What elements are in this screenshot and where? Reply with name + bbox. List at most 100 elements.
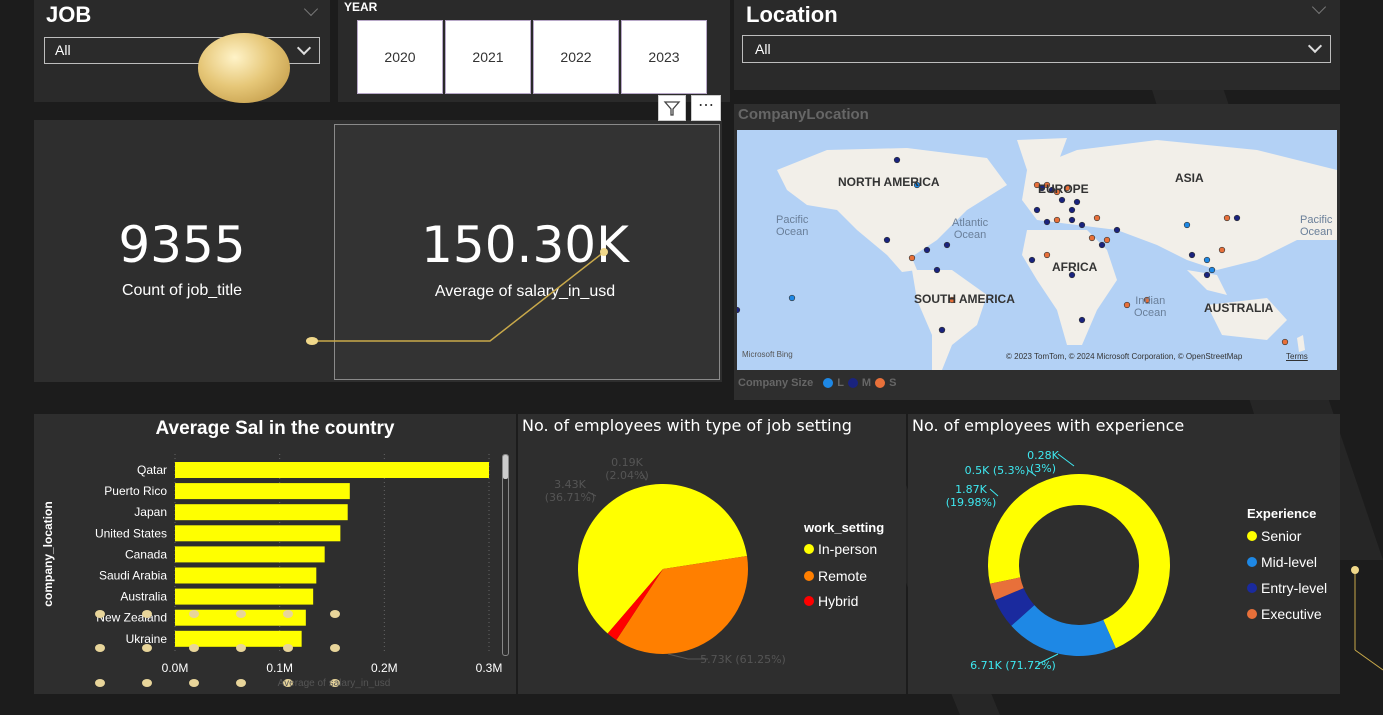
x-tick-label: 0.2M — [371, 661, 398, 675]
bar[interactable] — [175, 462, 489, 478]
legend-dot-icon — [804, 544, 814, 554]
map-marker[interactable] — [923, 246, 931, 254]
size-legend-s: S — [889, 377, 897, 389]
map-title: CompanyLocation — [738, 106, 869, 123]
decorative-dot — [95, 644, 105, 652]
legend-dot-icon — [1247, 531, 1257, 541]
map-label-atlantic: Atlantic Ocean — [952, 217, 989, 241]
legend-senior[interactable]: Senior — [1247, 528, 1301, 544]
legend-dot-l-icon — [823, 378, 834, 388]
decorative-dot — [142, 610, 152, 618]
location-slicer: Location All — [734, 0, 1340, 90]
data-label: 5.73K (61.25%) — [700, 653, 786, 666]
size-legend-m: M — [861, 377, 872, 389]
legend-hybrid[interactable]: Hybrid — [804, 593, 858, 609]
more-options-icon[interactable]: ⋯ — [691, 95, 721, 121]
map-marker[interactable] — [1093, 214, 1101, 222]
map-marker[interactable] — [1068, 216, 1076, 224]
data-label: 0.5K (5.3%) — [965, 464, 1030, 477]
legend-entry-level[interactable]: Entry-level — [1247, 580, 1327, 596]
map-label-indian: Indian Ocean — [1134, 295, 1167, 319]
decorative-dot — [95, 610, 105, 618]
legend-executive[interactable]: Executive — [1247, 606, 1322, 622]
bar-chart: 0.0M 0.1M 0.2M 0.3M Qatar Puerto Rico Japan Uni… — [95, 454, 503, 687]
map-marker[interactable] — [1203, 256, 1211, 264]
world-map[interactable] — [737, 130, 1337, 370]
map-marker[interactable] — [1073, 198, 1081, 206]
bar[interactable] — [175, 567, 317, 584]
map-marker[interactable] — [1103, 236, 1111, 244]
year-button-2020[interactable]: 2020 — [357, 20, 443, 94]
map-marker[interactable] — [938, 326, 946, 334]
size-legend-title: Company Size — [738, 377, 814, 389]
map-marker[interactable] — [1053, 216, 1061, 224]
map-marker[interactable] — [933, 266, 941, 274]
map-marker[interactable] — [1281, 338, 1289, 346]
company-size-legend: Company Size L M S — [738, 377, 896, 389]
legend-dot-icon — [1247, 583, 1257, 593]
year-button-2022[interactable]: 2022 — [533, 20, 619, 94]
decorative-dot — [189, 644, 199, 652]
collapse-chevron-icon[interactable] — [303, 1, 319, 17]
legend-in-person[interactable]: In-person — [804, 541, 877, 557]
bar[interactable] — [175, 525, 341, 542]
map-marker[interactable] — [943, 241, 951, 249]
map-marker[interactable] — [1113, 226, 1121, 234]
x-tick-label: 0.1M — [266, 661, 293, 675]
map-terms-link[interactable]: Terms — [1286, 352, 1308, 361]
map-marker[interactable] — [1028, 256, 1036, 264]
map-marker[interactable] — [1058, 196, 1066, 204]
legend-label: Remote — [818, 568, 868, 584]
map-marker[interactable] — [788, 294, 796, 302]
decorative-dot — [236, 644, 246, 652]
legend-label: In-person — [818, 541, 878, 557]
map-marker[interactable] — [1043, 218, 1051, 226]
map-label-europe: EUROPE — [1038, 182, 1089, 196]
label-leader-line — [1057, 453, 1075, 467]
map-marker[interactable] — [737, 306, 741, 314]
filter-icon[interactable] — [658, 95, 686, 121]
legend-remote[interactable]: Remote — [804, 568, 867, 584]
map-marker[interactable] — [1033, 206, 1041, 214]
map-attribution[interactable]: © 2023 TomTom, © 2024 Microsoft Corporat… — [1006, 352, 1242, 361]
year-button-2023[interactable]: 2023 — [621, 20, 707, 94]
legend-mid-level[interactable]: Mid-level — [1247, 554, 1317, 570]
decorative-dot — [236, 610, 246, 618]
location-dropdown[interactable]: All — [742, 35, 1331, 63]
bar[interactable] — [175, 546, 325, 563]
map-label-pacific-right: Pacific Ocean — [1300, 214, 1333, 238]
pie-slice[interactable] — [1011, 605, 1116, 656]
map-marker[interactable] — [1203, 271, 1211, 279]
map-marker[interactable] — [1208, 266, 1216, 274]
x-tick-label: 0.3M — [476, 661, 503, 675]
map-marker[interactable] — [1078, 316, 1086, 324]
category-label: New Zealand — [96, 611, 167, 625]
legend-label: Senior — [1261, 528, 1302, 544]
location-dropdown-value: All — [755, 41, 771, 57]
map-marker[interactable] — [1223, 214, 1231, 222]
map-label-south-america: SOUTH AMERICA — [914, 292, 1015, 306]
map-marker[interactable] — [1218, 246, 1226, 254]
label-leader-line — [989, 488, 999, 497]
legend-label: Hybrid — [818, 593, 859, 609]
map-marker[interactable] — [1233, 214, 1241, 222]
map-marker[interactable] — [883, 236, 891, 244]
map-marker[interactable] — [1088, 234, 1096, 242]
decorative-dot — [142, 644, 152, 652]
map-marker[interactable] — [1183, 221, 1191, 229]
map-marker[interactable] — [893, 156, 901, 164]
map-marker[interactable] — [1078, 221, 1086, 229]
map-marker[interactable] — [908, 254, 916, 262]
map-marker[interactable] — [1188, 251, 1196, 259]
bar-chart-panel: Average Sal in the country company_locat… — [34, 414, 516, 694]
collapse-chevron-icon[interactable] — [1311, 0, 1327, 15]
map-marker[interactable] — [1043, 251, 1051, 259]
bar[interactable] — [175, 483, 350, 500]
chart-scrollbar[interactable] — [502, 454, 509, 656]
bar[interactable] — [175, 504, 348, 521]
map-marker[interactable] — [1098, 241, 1106, 249]
year-button-2021[interactable]: 2021 — [445, 20, 531, 94]
map-marker[interactable] — [1123, 301, 1131, 309]
bar[interactable] — [175, 588, 314, 605]
map-marker[interactable] — [1068, 206, 1076, 214]
